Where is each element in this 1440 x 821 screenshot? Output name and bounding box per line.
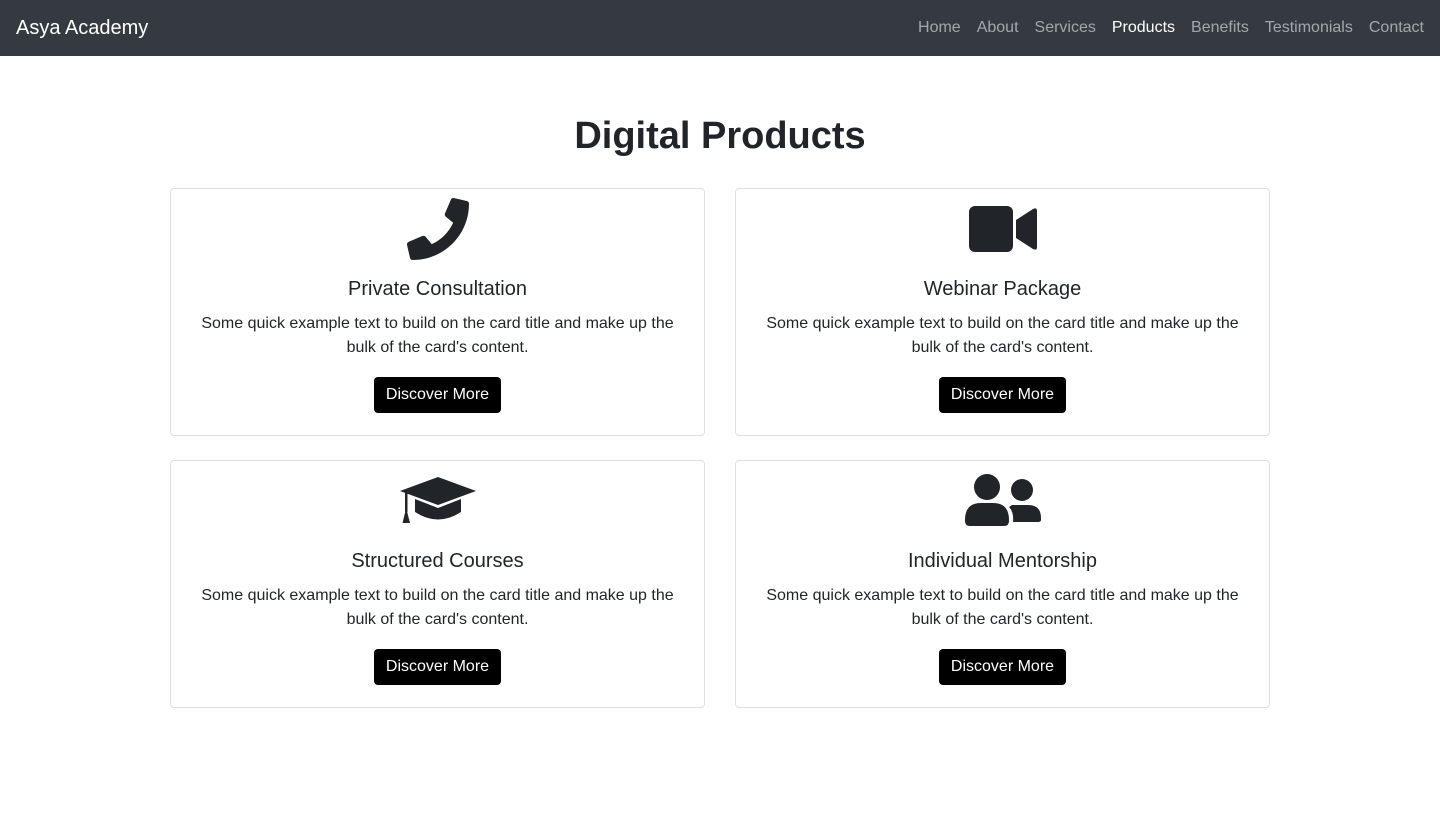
user-group-icon — [736, 470, 1269, 532]
product-card-structured-courses: Structured Courses Some quick example te… — [170, 460, 705, 708]
nav-item-home: Home — [910, 11, 969, 45]
discover-more-button[interactable]: Discover More — [373, 377, 502, 413]
nav-link-about[interactable]: About — [969, 11, 1027, 45]
nav-menu: Home About Services Products Benefits Te… — [910, 11, 1424, 45]
product-card-individual-mentorship: Individual Mentorship Some quick example… — [735, 460, 1270, 708]
card-text: Some quick example text to build on the … — [766, 315, 1239, 356]
brand-link[interactable]: Asya Academy — [16, 17, 148, 40]
discover-more-button[interactable]: Discover More — [938, 649, 1067, 685]
section-title: Digital Products — [574, 115, 866, 157]
video-camera-icon — [736, 198, 1269, 260]
product-card-webinar-package: Webinar Package Some quick example text … — [735, 188, 1270, 436]
nav-item-testimonials: Testimonials — [1257, 11, 1361, 45]
nav-item-about: About — [969, 11, 1027, 45]
card-text: Some quick example text to build on the … — [766, 587, 1239, 628]
product-card-private-consultation: Private Consultation Some quick example … — [170, 188, 705, 436]
discover-more-button[interactable]: Discover More — [938, 377, 1067, 413]
card-title: Private Consultation — [348, 278, 527, 300]
card-text: Some quick example text to build on the … — [201, 587, 674, 628]
nav-link-services[interactable]: Services — [1027, 11, 1104, 45]
nav-item-services: Services — [1027, 11, 1104, 45]
nav-link-benefits[interactable]: Benefits — [1183, 11, 1257, 45]
card-title: Individual Mentorship — [908, 550, 1097, 572]
phone-icon — [171, 198, 704, 260]
nav-link-home[interactable]: Home — [910, 11, 969, 45]
nav-link-products[interactable]: Products — [1104, 11, 1183, 45]
product-grid: Private Consultation Some quick example … — [170, 188, 1270, 708]
nav-item-benefits: Benefits — [1183, 11, 1257, 45]
card-title: Structured Courses — [351, 550, 524, 572]
products-section: Digital Products Private Consultation So… — [170, 56, 1270, 708]
discover-more-button[interactable]: Discover More — [373, 649, 502, 685]
nav-item-contact: Contact — [1361, 11, 1424, 45]
card-text: Some quick example text to build on the … — [201, 315, 674, 356]
graduation-cap-icon — [171, 470, 704, 532]
navbar: Asya Academy Home About Services Product… — [0, 0, 1440, 56]
card-title: Webinar Package — [923, 278, 1082, 300]
nav-item-products: Products — [1104, 11, 1183, 45]
nav-link-contact[interactable]: Contact — [1361, 11, 1424, 45]
nav-link-testimonials[interactable]: Testimonials — [1257, 11, 1361, 45]
